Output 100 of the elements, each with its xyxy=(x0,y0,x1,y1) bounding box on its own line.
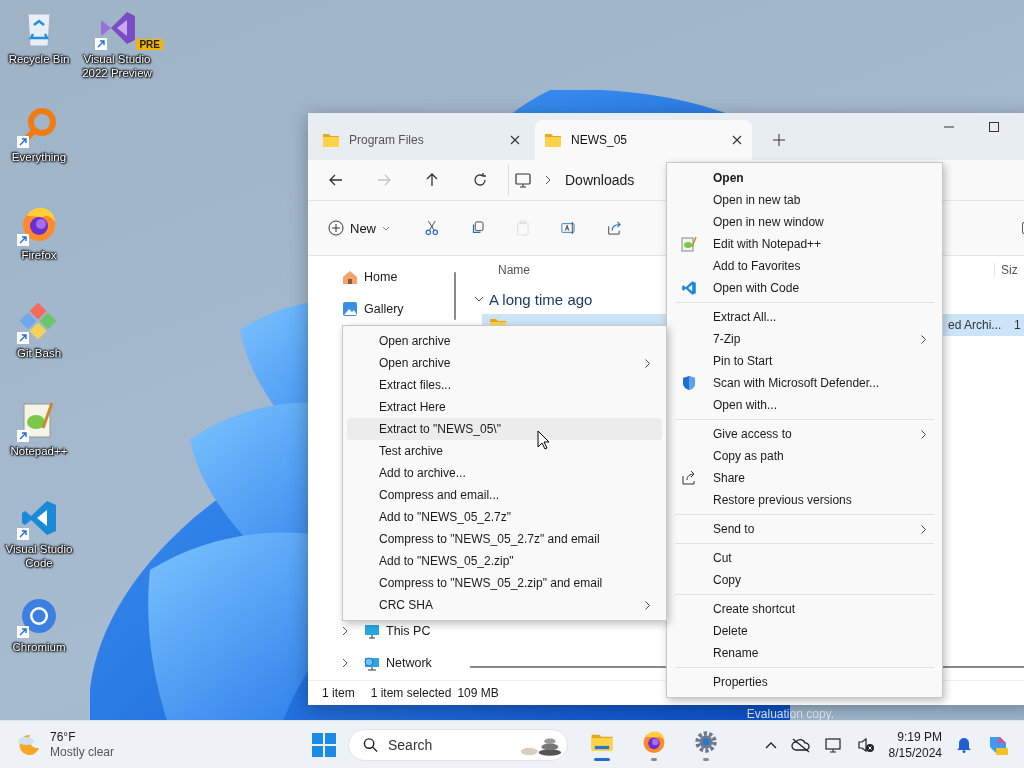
menu-item[interactable]: Cut xyxy=(671,547,938,569)
menu-item[interactable]: Rename xyxy=(671,642,938,664)
menu-item[interactable]: Edit with Notepad++ xyxy=(671,233,938,255)
menu-item[interactable]: Open in new tab xyxy=(671,189,938,211)
scrollbar-thumb[interactable] xyxy=(454,272,456,320)
rename-icon[interactable] xyxy=(561,219,577,237)
menu-item[interactable]: Give access to xyxy=(671,423,938,445)
refresh-icon[interactable] xyxy=(472,172,488,188)
menu-item[interactable]: 7-Zip xyxy=(671,328,938,350)
menu-item[interactable]: Copy as path xyxy=(671,445,938,467)
chevron-right-icon xyxy=(645,600,650,610)
menu-item[interactable]: Pin to Start xyxy=(671,350,938,372)
menu-item[interactable]: Add to "NEWS_05_2.7z" xyxy=(347,506,662,528)
menu-item[interactable]: Extract to "NEWS_05\" xyxy=(347,418,662,440)
cut-icon[interactable] xyxy=(424,219,440,237)
menu-item[interactable]: Scan with Microsoft Defender... xyxy=(671,372,938,394)
menu-item[interactable]: Test archive xyxy=(347,440,662,462)
home-icon xyxy=(342,269,358,285)
preview-badge: PRE xyxy=(136,39,163,50)
menu-item[interactable]: Extract files... xyxy=(347,374,662,396)
explorer-tab[interactable]: NEWS_05 xyxy=(535,120,752,160)
folder-icon xyxy=(545,133,561,147)
firefox-icon[interactable] xyxy=(641,728,667,755)
menu-item[interactable]: Delete xyxy=(671,620,938,642)
size-cell-text: 1 xyxy=(1014,318,1022,332)
close-icon[interactable] xyxy=(732,135,742,145)
menu-item[interactable]: Extract All... xyxy=(671,306,938,328)
share-icon[interactable] xyxy=(606,219,623,237)
menu-item[interactable]: Add to Favorites xyxy=(671,255,938,277)
column-header[interactable]: Siz xyxy=(994,263,1024,277)
menu-item[interactable]: Add to "NEWS_05_2.zip" xyxy=(347,550,662,572)
nav-item[interactable]: Gallery xyxy=(308,300,458,318)
menu-item[interactable]: Copy xyxy=(671,569,938,591)
back-icon[interactable] xyxy=(328,172,344,188)
search-icon xyxy=(363,736,378,753)
gallery-icon xyxy=(342,301,358,317)
explorer-tab[interactable]: Program Files xyxy=(313,120,530,160)
search-field[interactable]: Search xyxy=(348,728,568,761)
menu-item[interactable]: CRC SHA xyxy=(347,594,662,616)
clock-date[interactable]: 8/15/2024 xyxy=(888,744,942,761)
chevron-right-icon xyxy=(545,175,551,185)
menu-item[interactable]: Send to xyxy=(671,518,938,540)
chevron-right-icon xyxy=(921,334,926,344)
vscode-icon xyxy=(681,280,697,296)
menu-item[interactable]: Compress to "NEWS_05_2.7z" and email xyxy=(347,528,662,550)
nav-item[interactable]: Home xyxy=(308,268,458,286)
caret-icon xyxy=(382,225,390,231)
cloud-off-icon[interactable] xyxy=(790,736,811,753)
chromium-icon[interactable] xyxy=(19,596,59,636)
new-button[interactable]: New xyxy=(328,220,390,236)
plus-circle-icon xyxy=(328,220,344,236)
chevron-right-icon xyxy=(921,524,926,534)
status-text: 1 item xyxy=(322,686,355,700)
menu-item[interactable]: Properties xyxy=(671,671,938,693)
status-text: 109 MB xyxy=(457,686,499,700)
weather-condition[interactable]: Mostly clear xyxy=(50,744,114,760)
menu-item[interactable]: Open xyxy=(671,167,938,189)
menu-item[interactable]: Open with... xyxy=(671,394,938,416)
start-icon[interactable] xyxy=(312,732,336,757)
menu-item[interactable]: Share xyxy=(671,467,938,489)
network-icon xyxy=(364,655,380,671)
git-bash-icon[interactable] xyxy=(19,302,59,342)
menu-item[interactable]: Open archive xyxy=(347,330,662,352)
mouse-cursor-icon xyxy=(537,430,550,450)
menu-item[interactable]: Compress and email... xyxy=(347,484,662,506)
chevron-right-icon[interactable] xyxy=(342,626,348,636)
menu-item[interactable]: Open with Code xyxy=(671,277,938,299)
close-icon[interactable] xyxy=(510,135,520,145)
maximize-icon[interactable] xyxy=(989,122,999,132)
chevron-right-icon xyxy=(921,429,926,439)
menu-item[interactable]: Extract Here xyxy=(347,396,662,418)
search-input[interactable]: Search xyxy=(386,735,510,754)
group-header: A long time ago xyxy=(489,290,593,308)
breadcrumb[interactable]: Downloads xyxy=(565,172,635,188)
vscode-icon[interactable] xyxy=(19,498,59,538)
chevron-up-icon[interactable] xyxy=(764,740,777,749)
up-icon[interactable] xyxy=(424,172,440,188)
monitor-icon[interactable] xyxy=(824,736,843,753)
monitor-icon xyxy=(515,172,531,188)
new-tab-icon[interactable] xyxy=(773,134,785,146)
chevron-right-icon[interactable] xyxy=(342,658,348,668)
temperature[interactable]: 76°F xyxy=(50,729,114,745)
menu-item[interactable]: Open in new window xyxy=(671,211,938,233)
settings-icon[interactable] xyxy=(693,728,719,755)
chevron-right-icon xyxy=(645,358,650,368)
clock-time[interactable]: 9:19 PM xyxy=(897,728,942,745)
bell-icon[interactable] xyxy=(956,736,972,753)
status-text: 1 item selected xyxy=(370,686,452,700)
menu-item[interactable]: Restore previous versions xyxy=(671,489,938,511)
folder-icon xyxy=(323,133,339,147)
menu-item[interactable]: Create shortcut xyxy=(671,598,938,620)
nav-item[interactable]: This PC xyxy=(308,622,458,640)
share-icon xyxy=(681,470,697,486)
type-cell-text: ed Archi... xyxy=(948,318,1003,332)
speaker-muted-icon[interactable] xyxy=(856,736,875,753)
menu-item[interactable]: Open archive xyxy=(347,352,662,374)
menu-item[interactable]: Compress to "NEWS_05_2.zip" and email xyxy=(347,572,662,594)
chevron-down-icon[interactable] xyxy=(474,294,484,304)
nav-item[interactable]: Network xyxy=(308,654,458,672)
menu-item[interactable]: Add to archive... xyxy=(347,462,662,484)
